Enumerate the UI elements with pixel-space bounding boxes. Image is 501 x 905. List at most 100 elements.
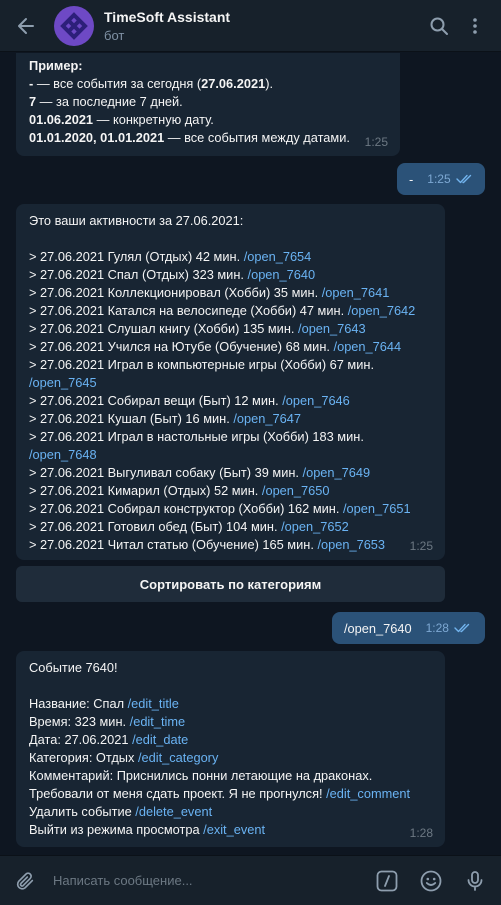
edit-title-link[interactable]: /edit_title bbox=[128, 696, 179, 711]
event-heading: Событие 7640! bbox=[29, 660, 118, 675]
message-time: 1:28 bbox=[409, 826, 433, 840]
edit-comment-link[interactable]: /edit_comment bbox=[326, 786, 410, 801]
composer bbox=[0, 855, 501, 905]
open-event-link[interactable]: /open_7644 bbox=[334, 339, 402, 354]
edit-time-link[interactable]: /edit_time bbox=[130, 714, 185, 729]
microphone-icon bbox=[467, 870, 483, 891]
example-line-2: 7 — за последние 7 дней. bbox=[29, 94, 183, 109]
event-name-row: Название: Спал /edit_title bbox=[29, 696, 179, 711]
activity-item: > 27.06.2021 Катался на велосипеде (Хобб… bbox=[29, 302, 433, 320]
paperclip-icon bbox=[16, 871, 34, 890]
activity-item: > 27.06.2021 Готовил обед (Быт) 104 мин.… bbox=[29, 518, 433, 536]
attach-button[interactable] bbox=[0, 856, 50, 905]
message-input[interactable] bbox=[53, 860, 365, 901]
open-event-link[interactable]: /open_7650 bbox=[262, 483, 330, 498]
activity-text: > 27.06.2021 Готовил обед (Быт) 104 мин. bbox=[29, 519, 282, 534]
back-button[interactable] bbox=[0, 0, 52, 52]
arrow-left-icon bbox=[18, 17, 34, 34]
more-vertical-icon bbox=[473, 17, 477, 34]
chat-title: TimeSoft Assistant bbox=[104, 8, 231, 25]
activity-text: > 27.06.2021 Спал (Отдых) 323 мин. bbox=[29, 267, 248, 282]
slash-commands-icon bbox=[376, 870, 398, 891]
activity-text: > 27.06.2021 Читал статью (Обучение) 165… bbox=[29, 537, 318, 552]
voice-record-button[interactable] bbox=[453, 856, 497, 905]
exit-event-link[interactable]: /exit_event bbox=[203, 822, 265, 837]
activity-item: > 27.06.2021 Коллекционировал (Хобби) 35… bbox=[29, 284, 433, 302]
example-line-3: 01.06.2021 — конкретную дату. bbox=[29, 112, 214, 127]
more-button[interactable] bbox=[457, 8, 493, 44]
activity-text: > 27.06.2021 Играл в компьютерные игры (… bbox=[29, 357, 375, 372]
search-icon bbox=[430, 17, 448, 35]
event-comment-line-2: Требовали от меня сдать проект. Я не про… bbox=[29, 786, 411, 801]
activity-text: > 27.06.2021 Играл в настольные игры (Хо… bbox=[29, 429, 364, 444]
event-comment-line-1: Комментарий: Приснились понни летающие н… bbox=[29, 768, 373, 783]
emoji-icon bbox=[420, 870, 442, 891]
open-event-link[interactable]: /open_7653 bbox=[317, 537, 385, 552]
activity-text: > 27.06.2021 Кушал (Быт) 16 мин. bbox=[29, 411, 234, 426]
activity-text: > 27.06.2021 Собирал вещи (Быт) 12 мин. bbox=[29, 393, 283, 408]
outgoing-message-1: - 1:25 bbox=[397, 163, 485, 195]
open-event-link[interactable]: /open_7643 bbox=[298, 321, 366, 336]
activity-item: > 27.06.2021 Кимарил (Отдых) 52 мин. /op… bbox=[29, 482, 433, 500]
edit-category-link[interactable]: /edit_category bbox=[138, 750, 218, 765]
read-ticks-icon bbox=[454, 623, 472, 633]
activity-item-continuation: /open_7648 bbox=[29, 446, 433, 464]
open-event-link[interactable]: /open_7645 bbox=[29, 375, 97, 390]
chat-title-block[interactable]: TimeSoft Assistant бот bbox=[104, 9, 230, 43]
outgoing-text: /open_7640 bbox=[344, 620, 412, 636]
bot-commands-button[interactable] bbox=[365, 856, 409, 905]
chat-header: TimeSoft Assistant бот bbox=[0, 0, 501, 52]
outgoing-message-2: /open_7640 1:28 bbox=[332, 612, 485, 644]
delete-event-link[interactable]: /delete_event bbox=[135, 804, 212, 819]
activity-item-continuation: /open_7645 bbox=[29, 374, 433, 392]
activity-text: > 27.06.2021 Катался на велосипеде (Хобб… bbox=[29, 303, 348, 318]
activity-list: > 27.06.2021 Гулял (Отдых) 42 мин. /open… bbox=[29, 248, 433, 554]
emoji-button[interactable] bbox=[409, 856, 453, 905]
open-event-link[interactable]: /open_7647 bbox=[233, 411, 301, 426]
activity-item: > 27.06.2021 Спал (Отдых) 323 мин. /open… bbox=[29, 266, 433, 284]
event-delete-row: Удалить событие /delete_event bbox=[29, 804, 213, 819]
message-time: 1:28 bbox=[425, 621, 449, 635]
open-event-link[interactable]: /open_7654 bbox=[244, 249, 312, 264]
activity-item: > 27.06.2021 Гулял (Отдых) 42 мин. /open… bbox=[29, 248, 433, 266]
open-event-link[interactable]: /open_7646 bbox=[282, 393, 350, 408]
activity-text: > 27.06.2021 Выгуливал собаку (Быт) 39 м… bbox=[29, 465, 303, 480]
open-event-link[interactable]: /open_7652 bbox=[281, 519, 349, 534]
event-time-row: Время: 323 мин. /edit_time bbox=[29, 714, 186, 729]
example-line-1: - — все события за сегодня (27.06.2021). bbox=[29, 76, 274, 91]
activity-item: > 27.06.2021 Собирал вещи (Быт) 12 мин. … bbox=[29, 392, 433, 410]
message-time: 1:25 bbox=[409, 539, 433, 553]
activity-item: > 27.06.2021 Играл в настольные игры (Хо… bbox=[29, 428, 433, 446]
avatar[interactable] bbox=[54, 5, 94, 46]
activity-item: > 27.06.2021 Кушал (Быт) 16 мин. /open_7… bbox=[29, 410, 433, 428]
open-event-link[interactable]: /open_7642 bbox=[348, 303, 416, 318]
activity-item: > 27.06.2021 Собирал конструктор (Хобби)… bbox=[29, 500, 433, 518]
activity-item: > 27.06.2021 Выгуливал собаку (Быт) 39 м… bbox=[29, 464, 433, 482]
message-bubble-activities: Это ваши активности за 27.06.2021: > 27.… bbox=[16, 204, 445, 560]
message-list[interactable]: Пример: - — все события за сегодня (27.0… bbox=[0, 53, 501, 855]
open-event-link[interactable]: /open_7651 bbox=[343, 501, 411, 516]
event-exit-row: Выйти из режима просмотра /exit_event bbox=[29, 822, 266, 837]
bot-logo-icon bbox=[60, 11, 88, 40]
example-heading: Пример: bbox=[29, 58, 83, 73]
sort-by-category-button[interactable]: Сортировать по категориям bbox=[16, 566, 445, 602]
event-category-row: Категория: Отдых /edit_category bbox=[29, 750, 219, 765]
read-ticks-icon bbox=[455, 174, 474, 184]
edit-date-link[interactable]: /edit_date bbox=[132, 732, 188, 747]
activity-text: > 27.06.2021 Собирал конструктор (Хобби)… bbox=[29, 501, 343, 516]
activity-text: > 27.06.2021 Коллекционировал (Хобби) 35… bbox=[29, 285, 322, 300]
open-event-link[interactable]: /open_7649 bbox=[303, 465, 371, 480]
message-time: 1:25 bbox=[364, 135, 388, 149]
chat-status: бот bbox=[104, 27, 125, 43]
search-button[interactable] bbox=[421, 8, 457, 44]
open-event-link[interactable]: /open_7640 bbox=[248, 267, 316, 282]
activities-intro: Это ваши активности за 27.06.2021: bbox=[29, 213, 244, 228]
activity-item: > 27.06.2021 Слушал книгу (Хобби) 135 ми… bbox=[29, 320, 433, 338]
example-line-4: 01.01.2020, 01.01.2021 — все события меж… bbox=[29, 130, 350, 145]
open-event-link[interactable]: /open_7641 bbox=[322, 285, 390, 300]
activity-text: > 27.06.2021 Гулял (Отдых) 42 мин. bbox=[29, 249, 244, 264]
activity-item: > 27.06.2021 Учился на Ютубе (Обучение) … bbox=[29, 338, 433, 356]
activity-text: > 27.06.2021 Учился на Ютубе (Обучение) … bbox=[29, 339, 334, 354]
activity-item: > 27.06.2021 Читал статью (Обучение) 165… bbox=[29, 536, 433, 554]
open-event-link[interactable]: /open_7648 bbox=[29, 447, 97, 462]
